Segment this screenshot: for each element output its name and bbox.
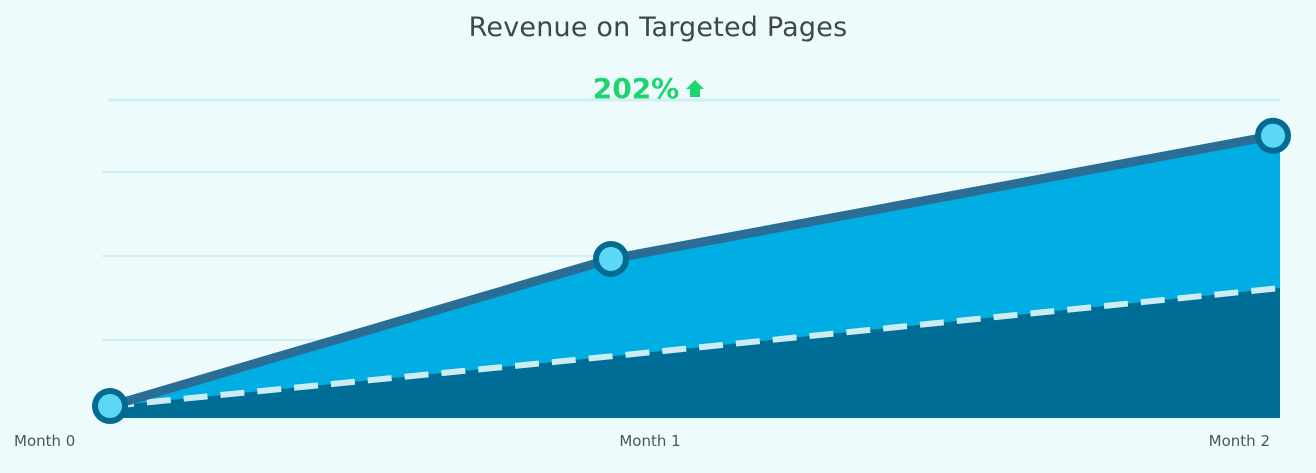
- x-tick-label: Month 1: [619, 432, 680, 450]
- data-point-marker: [1255, 117, 1291, 154]
- arrow-up-icon: [686, 80, 704, 97]
- chart-container: Revenue on Targeted Pages Month 0 Month 1…: [0, 0, 1316, 473]
- area-chart: Month 0 Month 1 Month 2 202%: [14, 72, 1291, 450]
- x-tick-label: Month 2: [1209, 432, 1270, 450]
- data-point-marker: [593, 240, 629, 277]
- growth-annotation: 202%: [593, 72, 680, 105]
- data-point-marker: [92, 388, 128, 424]
- x-tick-label: Month 0: [14, 432, 75, 450]
